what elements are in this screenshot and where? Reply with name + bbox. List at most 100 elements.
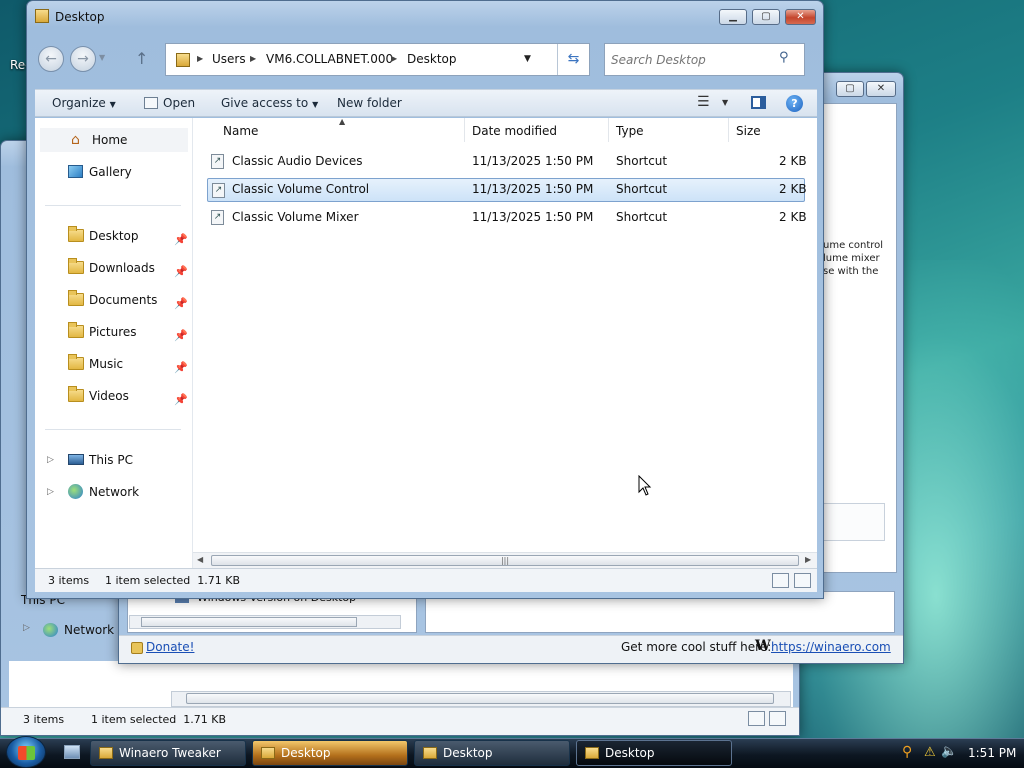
column-header-type[interactable]: Type [616,124,644,138]
search-icon[interactable]: ⚲ [779,50,789,65]
status-items: 3 items [23,713,65,726]
taskbar-item-winaero[interactable]: Winaero Tweaker [90,740,246,766]
description-text: ume control lume mixer se with the [823,240,884,277]
pictures-folder-icon [68,322,84,338]
view-dropdown-icon[interactable]: ▼ [722,98,728,107]
shortcut-icon: ↗ [211,154,224,169]
status-selection: 1 item selected 1.71 KB [105,574,241,587]
address-dropdown-icon[interactable]: ▼ [524,54,531,64]
tiles-view-icon[interactable] [794,573,811,588]
network-warning-icon[interactable]: ⚠ [924,745,936,760]
new-folder-button[interactable]: New folder [337,90,402,116]
file-size: 2 KB [779,182,807,196]
clock[interactable]: 1:51 PM [968,746,1016,760]
show-desktop-icon[interactable] [64,745,80,759]
tree-scrollbar-thumb[interactable] [141,617,357,627]
donate-link[interactable]: Donate! [146,640,194,654]
column-header-size[interactable]: Size [736,124,761,138]
forward-button[interactable]: → [70,46,96,72]
horizontal-scrollbar[interactable]: ◀ ||| ▶ [193,552,817,568]
open-button[interactable]: Open [163,90,195,116]
taskbar-item-desktop-1[interactable]: Desktop [252,740,408,766]
up-arrow-icon[interactable]: ↑ [135,49,148,68]
scrollbar-thumb[interactable] [186,693,774,704]
winaero-link[interactable]: https://winaero.com [771,640,891,654]
status-items: 3 items [48,574,90,587]
maximize-button[interactable]: ▢ [752,9,780,25]
volume-muted-icon[interactable]: 🔈 [941,744,957,759]
nav-videos[interactable]: Videos 📌 [40,384,188,408]
file-size: 2 KB [779,154,807,168]
maximize-button[interactable]: ▢ [836,81,864,97]
folder-icon [585,747,599,759]
chevron-right-icon[interactable]: ▶ [250,54,256,63]
details-view-icon[interactable] [748,711,765,726]
file-type: Shortcut [616,154,668,168]
chevron-right-icon[interactable]: ▶ [391,54,397,63]
taskbar-item-desktop-3[interactable]: Desktop [576,740,732,766]
nav-music[interactable]: Music 📌 [40,352,188,376]
close-button[interactable]: ✕ [866,81,896,97]
breadcrumb-users[interactable]: Users [212,52,246,66]
nav-gallery[interactable]: Gallery [40,160,188,184]
folder-icon [261,747,275,759]
network-icon [43,623,58,637]
pin-icon[interactable]: 📌 [174,292,188,316]
pin-icon[interactable]: 📌 [174,324,188,348]
expand-arrow-icon[interactable]: ▷ [23,623,30,633]
column-header-date[interactable]: Date modified [472,124,557,138]
search-box[interactable]: ⚲ [604,43,805,76]
file-name: Classic Volume Control [232,182,370,196]
file-size: 2 KB [779,210,807,224]
search-tray-icon[interactable]: ⚲ [902,744,912,760]
search-input[interactable] [611,51,771,69]
status-selection: 1 item selected 1.71 KB [91,713,227,726]
scrollbar-thumb[interactable]: ||| [211,555,799,566]
nav-desktop[interactable]: Desktop 📌 [40,224,188,248]
home-icon: ⌂ [71,132,80,148]
desktop-folder-icon [68,226,84,242]
preview-pane-icon[interactable] [751,96,766,109]
tiles-view-icon[interactable] [769,711,786,726]
pin-icon[interactable]: 📌 [174,356,188,380]
refresh-icon[interactable]: ⇆ [557,44,589,75]
nav-pictures[interactable]: Pictures 📌 [40,320,188,344]
pin-icon[interactable]: 📌 [174,260,188,284]
breadcrumb-desktop[interactable]: Desktop [407,52,457,66]
breadcrumb-user-folder[interactable]: VM6.COLLABNET.000 [266,52,393,66]
command-bar: Organize ▼ Open Give access to ▼ New fol… [35,89,817,117]
scroll-right-icon[interactable]: ▶ [805,555,811,564]
scroll-left-icon[interactable]: ◀ [197,555,203,564]
explorer-window[interactable]: Desktop ▁ ▢ ✕ ← → ▼ ↑ ▶ Users ▶ VM6.COLL… [26,0,824,599]
nav-this-pc[interactable]: This PC [40,448,188,472]
nav-documents[interactable]: Documents 📌 [40,288,188,312]
pin-icon[interactable]: 📌 [174,228,188,252]
taskbar-item-desktop-2[interactable]: Desktop [414,740,570,766]
downloads-folder-icon [68,258,84,274]
nav-network[interactable]: Network [40,480,188,504]
give-access-button[interactable]: Give access to ▼ [221,90,318,116]
organize-button[interactable]: Organize ▼ [52,90,116,116]
network-icon [68,484,83,499]
file-date: 11/13/2025 1:50 PM [472,154,594,168]
recent-dropdown-icon[interactable]: ▼ [99,53,105,62]
back-button[interactable]: ← [38,46,64,72]
view-options-icon[interactable]: ☰ [697,94,710,110]
file-row[interactable]: ↗ Classic Volume Mixer 11/13/2025 1:50 P… [207,206,807,230]
pin-icon[interactable]: 📌 [174,388,188,412]
details-view-icon[interactable] [772,573,789,588]
help-icon[interactable]: ? [786,95,803,112]
nav-home[interactable]: ⌂ Home [40,128,188,152]
close-button[interactable]: ✕ [785,9,816,25]
file-name: Classic Volume Mixer [232,210,359,224]
start-button[interactable] [6,736,46,768]
address-bar[interactable]: ▶ Users ▶ VM6.COLLABNET.000 ▶ Desktop ▼ … [165,43,590,76]
nav-downloads[interactable]: Downloads 📌 [40,256,188,280]
tree-network[interactable]: Network [64,623,114,637]
nav-divider [45,429,181,430]
donate-icon [131,642,143,654]
column-header-name[interactable]: Name [223,124,258,138]
minimize-button[interactable]: ▁ [719,9,747,25]
file-row[interactable]: ↗ Classic Audio Devices 11/13/2025 1:50 … [207,150,807,174]
file-row-selected[interactable]: ↗ Classic Volume Control 11/13/2025 1:50… [207,178,807,202]
